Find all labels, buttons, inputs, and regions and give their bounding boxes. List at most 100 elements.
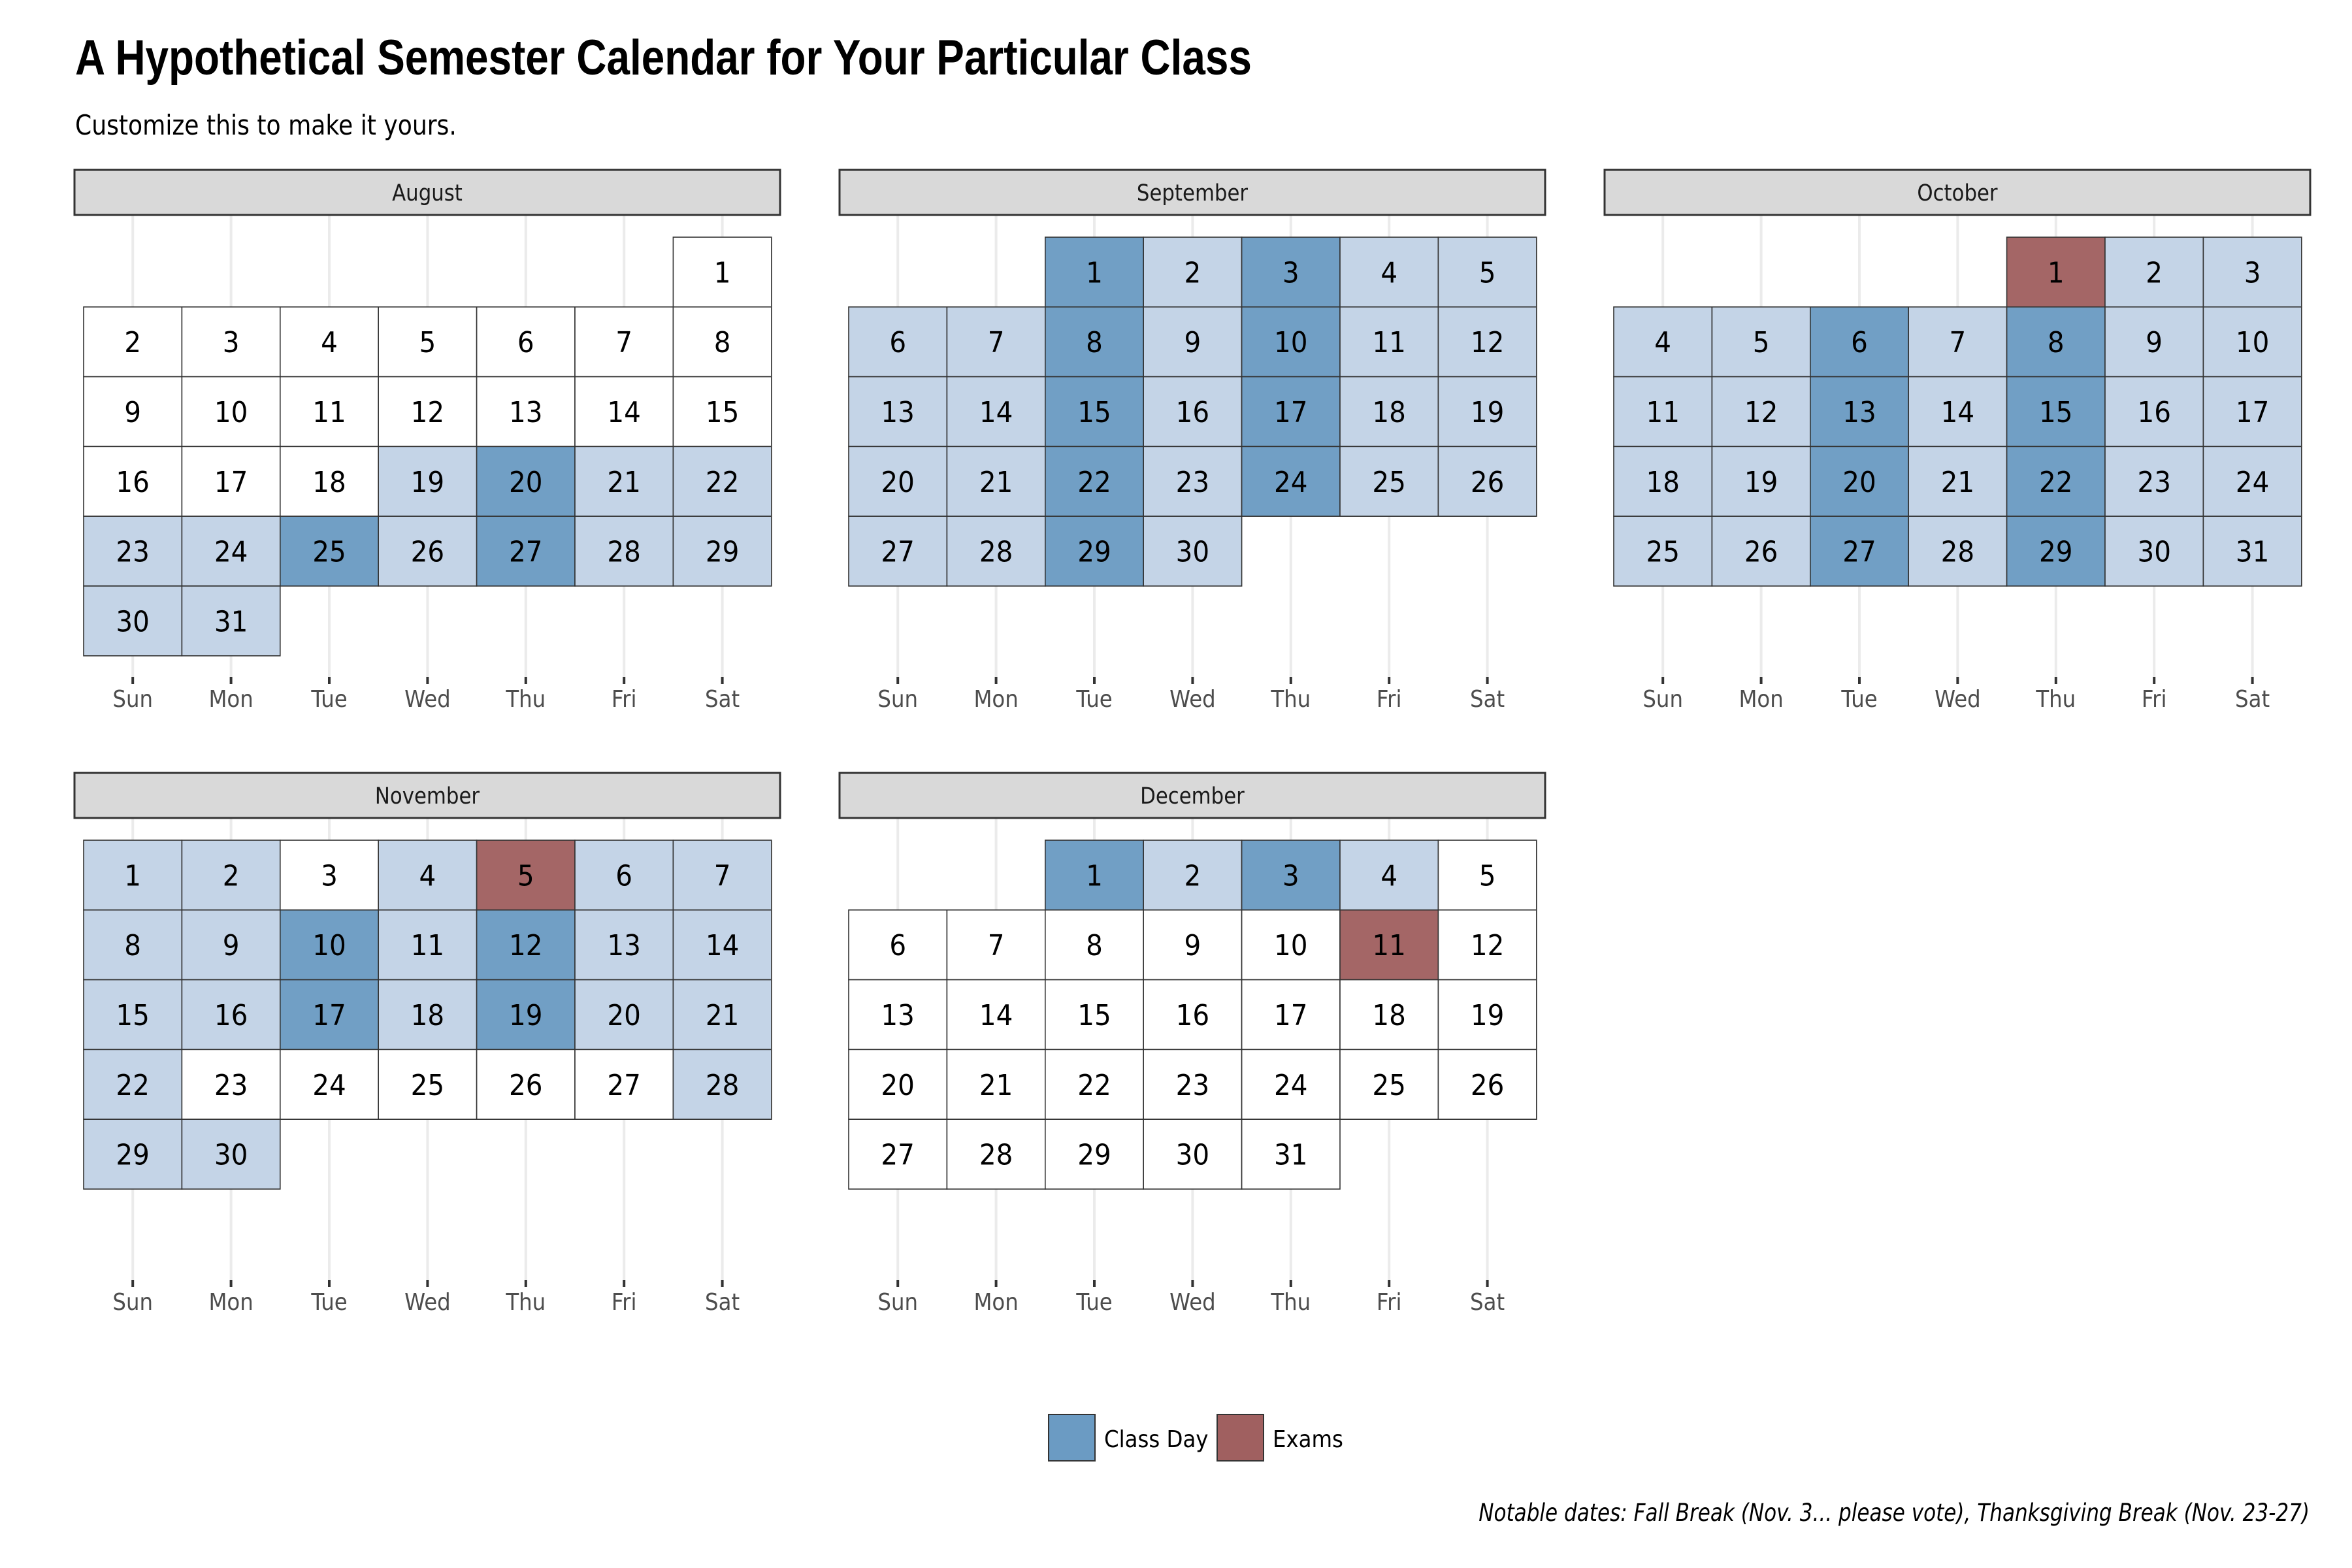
day-cell: 19 xyxy=(1437,979,1537,1051)
day-cell: 1 xyxy=(1045,840,1145,911)
day-number: 28 xyxy=(706,1068,740,1102)
day-cell: 4 xyxy=(1613,306,1713,378)
day-cell: 8 xyxy=(2006,306,2106,378)
day-number: 25 xyxy=(1646,535,1680,568)
day-number: 22 xyxy=(706,465,740,498)
day-cell: 6 xyxy=(848,909,948,981)
weekday-label: Fri xyxy=(2142,685,2167,713)
day-cell: 12 xyxy=(1437,306,1537,378)
weekday-label: Fri xyxy=(1377,685,1402,713)
day-number: 7 xyxy=(615,326,632,359)
day-number: 18 xyxy=(1646,465,1680,498)
day-number: 24 xyxy=(1274,1068,1308,1102)
day-number: 12 xyxy=(509,929,543,962)
legend-key xyxy=(1048,1414,1096,1462)
day-cell: 2 xyxy=(83,306,183,378)
weekday-label: Sat xyxy=(1470,1288,1505,1316)
day-cell: 26 xyxy=(1711,515,1811,587)
day-cell: 6 xyxy=(848,306,948,378)
day-number: 13 xyxy=(1842,395,1876,429)
weekday-label: Sun xyxy=(112,1288,153,1316)
day-cell: 3 xyxy=(1241,237,1341,308)
weekday-label: Sat xyxy=(2235,685,2270,713)
day-number: 8 xyxy=(2048,326,2065,359)
day-number: 10 xyxy=(312,929,346,962)
weekday-label: Tue xyxy=(310,685,347,713)
legend-key xyxy=(1217,1414,1264,1462)
day-cell: 22 xyxy=(672,446,772,517)
weekday-label: Wed xyxy=(1169,685,1216,713)
day-cell: 7 xyxy=(672,840,772,911)
day-cell: 27 xyxy=(848,515,948,587)
day-cell: 24 xyxy=(2202,446,2302,517)
semester-calendar-chart: A Hypothetical Semester Calendar for You… xyxy=(73,29,2311,1527)
day-cell: 3 xyxy=(279,840,379,911)
day-cell: 20 xyxy=(476,446,576,517)
day-cell: 1 xyxy=(2006,237,2106,308)
day-number: 13 xyxy=(881,998,915,1032)
day-cell: 4 xyxy=(1339,237,1439,308)
day-number: 15 xyxy=(116,998,150,1032)
month-panel-october: October1 2 34 5 6 7 8 9 1011 12 13 14 15 16 1718 19 20 21… xyxy=(1603,169,2311,713)
day-number: 11 xyxy=(411,929,445,962)
day-number: 24 xyxy=(214,535,248,568)
day-cell: 28 xyxy=(672,1049,772,1120)
day-cell: 25 xyxy=(378,1049,478,1120)
day-cell: 6 xyxy=(574,840,674,911)
day-cell: 22 xyxy=(1045,1049,1145,1120)
day-number: 6 xyxy=(889,929,906,962)
day-cell: 29 xyxy=(672,515,772,587)
weekday-label: Tue xyxy=(1075,685,1112,713)
day-cell: 23 xyxy=(1143,1049,1243,1120)
day-cell: 21 xyxy=(574,446,674,517)
month-strip-label: September xyxy=(1137,179,1249,206)
day-number: 28 xyxy=(1941,535,1975,568)
day-number: 11 xyxy=(1372,326,1406,359)
day-number: 25 xyxy=(1372,1068,1406,1102)
day-number: 6 xyxy=(517,326,534,359)
day-cell: 24 xyxy=(181,515,281,587)
day-cell: 12 xyxy=(1711,376,1811,448)
day-number: 18 xyxy=(1372,395,1406,429)
day-number: 5 xyxy=(1479,859,1496,892)
day-number: 3 xyxy=(321,859,338,892)
weekday-label: Thu xyxy=(2035,685,2076,713)
day-cell: 23 xyxy=(83,515,183,587)
day-number: 10 xyxy=(1274,929,1308,962)
day-number: 5 xyxy=(1479,256,1496,289)
day-cell: 4 xyxy=(378,840,478,911)
day-cell: 12 xyxy=(1437,909,1537,981)
day-number: 21 xyxy=(706,998,740,1032)
day-number: 14 xyxy=(607,395,641,429)
weekday-label: Wed xyxy=(1935,685,1981,713)
day-number: 18 xyxy=(1372,998,1406,1032)
weekday-label: Sun xyxy=(1642,685,1683,713)
day-cell: 28 xyxy=(1908,515,2008,587)
day-cell: 14 xyxy=(946,979,1046,1051)
day-cell: 16 xyxy=(1143,979,1243,1051)
day-cell: 9 xyxy=(1143,909,1243,981)
day-cell: 21 xyxy=(946,446,1046,517)
weekday-label: Fri xyxy=(1377,1288,1402,1316)
day-number: 19 xyxy=(1471,998,1505,1032)
day-cell: 30 xyxy=(181,1119,281,1190)
day-number: 28 xyxy=(979,1138,1013,1171)
legend-label: Exams xyxy=(1273,1426,1343,1453)
day-number: 23 xyxy=(2137,465,2171,498)
day-number: 18 xyxy=(312,465,346,498)
month-panel-august: August12 3 4 5 6 7 89 10 11 12 13 14 1516 17 18 19 20 21 2… xyxy=(73,169,781,713)
day-number: 13 xyxy=(881,395,915,429)
day-number: 15 xyxy=(1077,395,1111,429)
day-number: 2 xyxy=(124,326,141,359)
day-cell: 31 xyxy=(1241,1119,1341,1190)
day-cell: 25 xyxy=(1339,446,1439,517)
day-cell: 30 xyxy=(83,585,183,657)
day-number: 6 xyxy=(1851,326,1868,359)
day-cell: 29 xyxy=(1045,1119,1145,1190)
day-cell: 2 xyxy=(181,840,281,911)
month-panels: August12 3 4 5 6 7 89 10 11 12 13 14 1516 17 18 19 20 21 2… xyxy=(73,169,2311,1316)
day-number: 21 xyxy=(1941,465,1975,498)
day-number: 7 xyxy=(988,326,1005,359)
day-cell: 20 xyxy=(1810,446,1910,517)
day-cell: 9 xyxy=(181,909,281,981)
